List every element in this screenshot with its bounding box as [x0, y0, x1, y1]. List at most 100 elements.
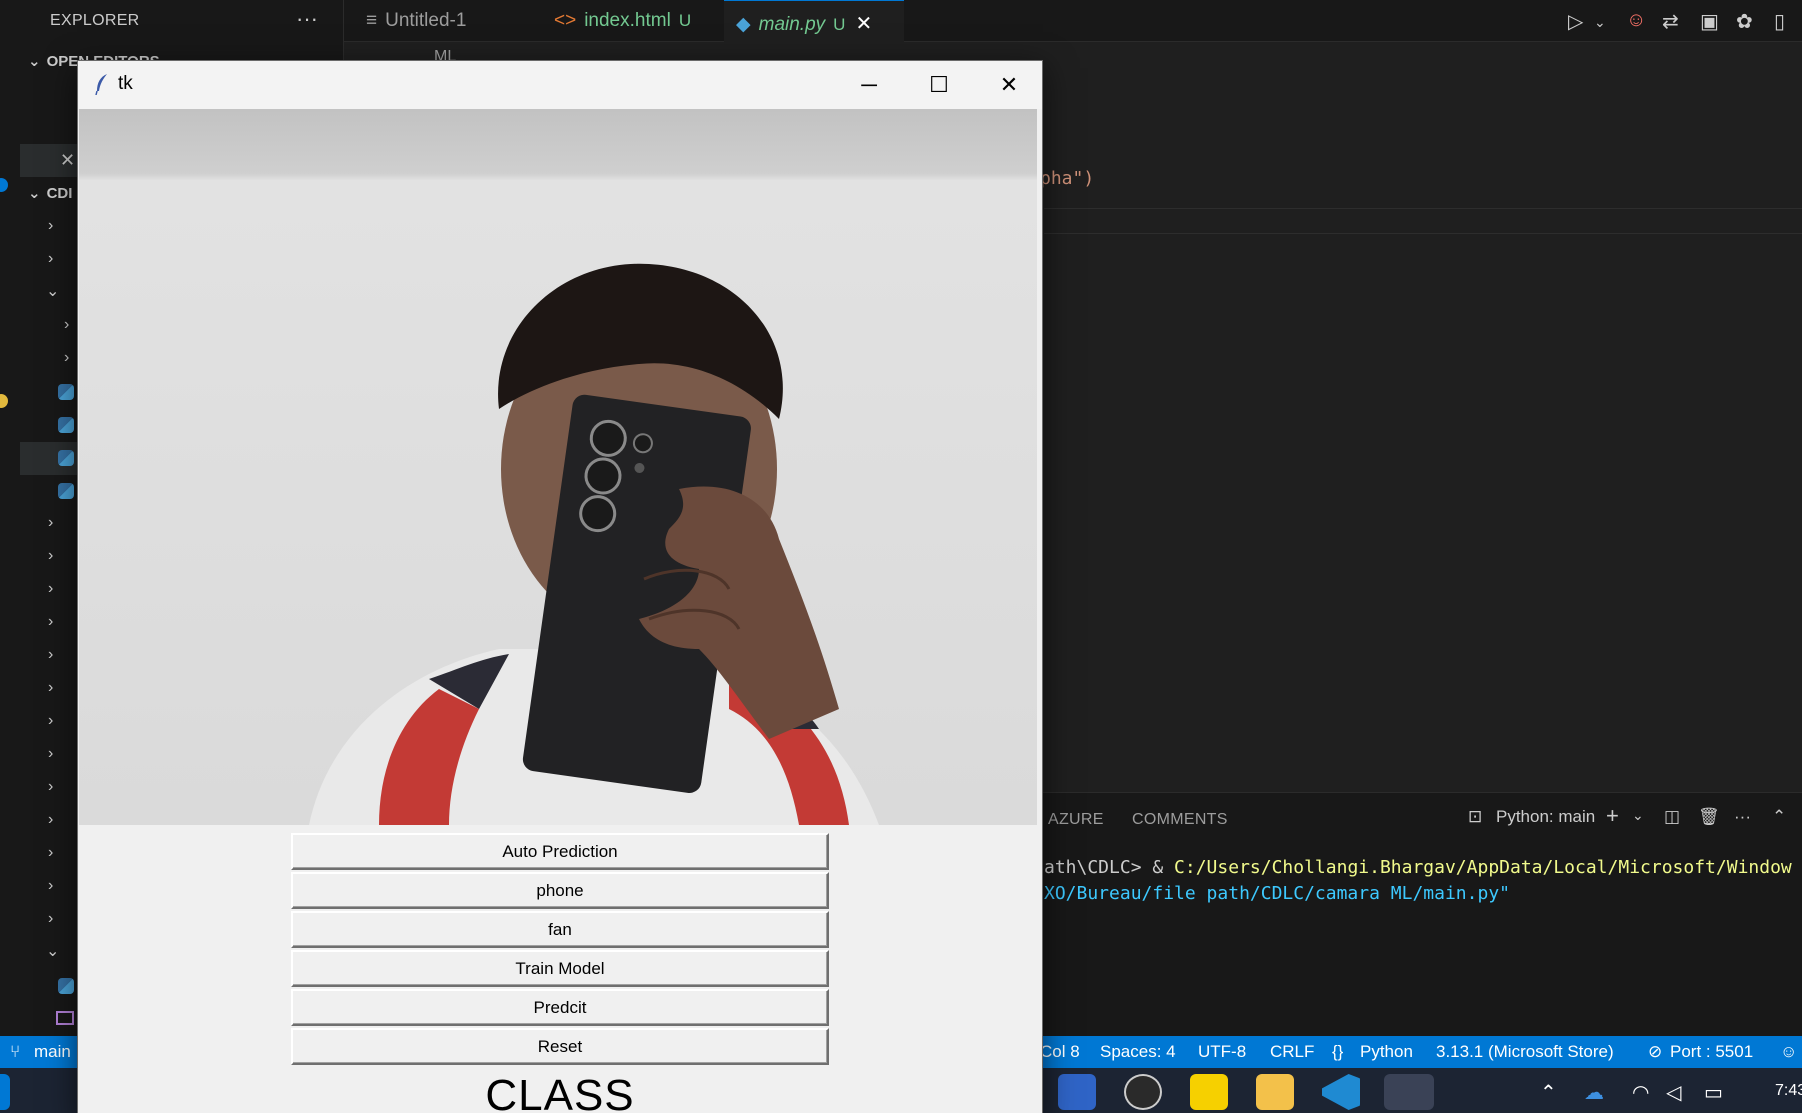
app-icon[interactable]: [1058, 1074, 1096, 1110]
line-ending[interactable]: CRLF: [1270, 1042, 1314, 1062]
tab-main-py[interactable]: ◆ main.py U ✕: [724, 0, 904, 42]
more-actions-icon[interactable]: ···: [296, 6, 318, 32]
predict-button[interactable]: Predcit: [291, 989, 829, 1026]
chevron-right-icon: ›: [48, 910, 54, 927]
wifi-icon[interactable]: ◠: [1632, 1080, 1649, 1105]
html-icon: <>: [554, 10, 577, 31]
new-terminal-icon[interactable]: +: [1606, 803, 1619, 829]
terminal-name[interactable]: Python: main: [1496, 807, 1595, 827]
no-entry-icon: ⊘: [1648, 1042, 1663, 1061]
live-server-port[interactable]: Port : 5501: [1670, 1042, 1753, 1062]
chevron-down-icon: ⌄: [28, 185, 41, 202]
trash-icon[interactable]: 🗑: [1698, 807, 1720, 827]
reset-button[interactable]: Reset: [291, 1028, 829, 1065]
python-file-icon: [58, 978, 74, 994]
close-tab-icon[interactable]: ✕: [855, 13, 872, 35]
feather-icon: [95, 74, 107, 95]
chevron-right-icon: ›: [48, 646, 54, 663]
braces-icon: {}: [1332, 1042, 1344, 1061]
phone-button[interactable]: phone: [291, 872, 829, 909]
code-fragment: pha"): [1040, 168, 1095, 189]
chevron-down-icon: ⌄: [46, 943, 60, 960]
accounts-badge-icon[interactable]: [0, 178, 8, 192]
chevron-right-icon: ›: [48, 514, 54, 531]
minimize-icon[interactable]: ─: [834, 61, 904, 109]
encoding[interactable]: UTF-8: [1198, 1042, 1246, 1062]
train-model-button[interactable]: Train Model: [291, 950, 829, 987]
close-icon[interactable]: ✕: [60, 150, 75, 171]
python-file-icon: [58, 450, 74, 466]
chevron-right-icon: ›: [48, 712, 54, 729]
start-button-icon[interactable]: [0, 1074, 10, 1110]
language-mode[interactable]: Python: [1360, 1042, 1413, 1062]
volume-icon[interactable]: ◁: [1666, 1080, 1681, 1105]
run-icon[interactable]: ▷: [1568, 9, 1583, 34]
copilot-status-icon[interactable]: ☺: [1780, 1042, 1797, 1062]
chevron-right-icon: ›: [48, 217, 54, 234]
indentation[interactable]: Spaces: 4: [1100, 1042, 1176, 1062]
copilot-icon[interactable]: ☺: [1626, 9, 1646, 32]
project-section[interactable]: ⌄ CDI: [28, 184, 72, 202]
chevron-right-icon: ›: [64, 349, 70, 366]
window-title: tk: [118, 73, 133, 94]
clock[interactable]: 7:43: [1775, 1082, 1802, 1100]
file-explorer-icon[interactable]: [1256, 1074, 1294, 1110]
python-app-icon[interactable]: [1384, 1074, 1434, 1110]
vscode-icon[interactable]: [1322, 1074, 1360, 1110]
tk-title-bar[interactable]: tk ─ ☐ ✕: [78, 61, 1042, 109]
image-file-icon: [56, 1011, 74, 1025]
layout-icon[interactable]: ▣: [1700, 9, 1719, 34]
more-icon[interactable]: ···: [1734, 807, 1751, 827]
chevron-right-icon: ›: [48, 580, 54, 597]
auto-prediction-button[interactable]: Auto Prediction: [291, 833, 829, 870]
battery-icon[interactable]: ▭: [1704, 1080, 1723, 1105]
chevron-right-icon: ›: [48, 613, 54, 630]
split-terminal-icon[interactable]: ◫: [1664, 807, 1680, 827]
project-label: CDI: [46, 185, 73, 202]
cursor-position[interactable]: Col 8: [1040, 1042, 1080, 1062]
tab-untitled[interactable]: ≡ Untitled-1: [354, 0, 514, 42]
camera-feed: [79, 109, 1037, 825]
chevron-down-icon[interactable]: ⌄: [1594, 14, 1606, 31]
warning-badge-icon[interactable]: [0, 394, 8, 408]
python-file-icon: [58, 417, 74, 433]
maximize-icon[interactable]: ☐: [904, 61, 974, 109]
current-line-highlight: [1044, 208, 1802, 234]
tab-comments[interactable]: COMMENTS: [1132, 811, 1228, 829]
python-file-icon: [58, 384, 74, 400]
close-window-icon[interactable]: ✕: [974, 61, 1044, 109]
notes-app-icon[interactable]: [1190, 1074, 1228, 1110]
editor-tab-bar: ≡ Untitled-1 <> index.html U ◆ main.py U ✕ ▷ ⌄…: [344, 0, 1802, 42]
chevron-right-icon: ›: [64, 316, 70, 333]
chevron-right-icon: ›: [48, 877, 54, 894]
python-file-icon: [58, 483, 74, 499]
terminal-line-1: ath\CDLC> & C:/Users/Chollangi.Bhargav/A…: [1044, 857, 1792, 878]
tk-window: tk ─ ☐ ✕ Auto Prediction phone fan Train…: [77, 60, 1043, 1113]
class-label: CLASS: [485, 1071, 635, 1113]
split-editor-icon[interactable]: ▯: [1774, 9, 1785, 34]
lock-app-icon[interactable]: [1124, 1074, 1162, 1110]
chevron-down-icon: ⌄: [46, 283, 60, 300]
fan-button[interactable]: fan: [291, 911, 829, 948]
chevron-right-icon: ›: [48, 679, 54, 696]
onedrive-icon[interactable]: ☁: [1584, 1080, 1604, 1105]
desktop: EXPLORER ··· ⌄OPEN EDITORS ✕ ⌄CDI › › ⌄ …: [0, 0, 1802, 1113]
compare-icon[interactable]: ⇄: [1662, 9, 1679, 34]
chevron-right-icon: ›: [48, 844, 54, 861]
chevron-right-icon: ›: [48, 811, 54, 828]
branch-name[interactable]: main: [34, 1042, 71, 1062]
tab-index-html[interactable]: <> index.html U: [542, 0, 732, 42]
chatgpt-icon[interactable]: ✿: [1736, 9, 1753, 34]
python-interpreter[interactable]: 3.13.1 (Microsoft Store): [1436, 1042, 1614, 1062]
chevron-down-icon[interactable]: ⌄: [1632, 807, 1644, 824]
chevron-right-icon: ›: [48, 778, 54, 795]
chevron-up-icon[interactable]: ⌃: [1772, 807, 1786, 827]
terminal-icon: ⊡: [1468, 807, 1483, 826]
activity-bar: [0, 0, 20, 1062]
chevron-up-icon[interactable]: ⌃: [1540, 1080, 1557, 1105]
explorer-title: EXPLORER: [50, 12, 140, 29]
branch-icon: ⑂: [10, 1042, 21, 1061]
tab-azure[interactable]: AZURE: [1048, 811, 1104, 829]
python-icon: ◆: [736, 14, 751, 35]
file-icon: ≡: [366, 10, 378, 31]
